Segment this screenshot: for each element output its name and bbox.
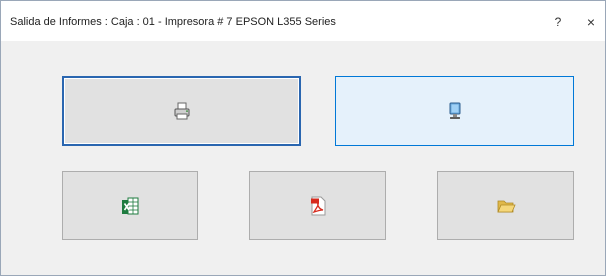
close-button[interactable]: × — [580, 11, 602, 33]
printer-icon — [174, 102, 189, 120]
excel-button[interactable] — [62, 171, 198, 240]
monitor-icon — [449, 102, 460, 119]
window-title: Salida de Informes : Caja : 01 - Impreso… — [10, 16, 336, 28]
pdf-icon — [310, 196, 325, 215]
pdf-button[interactable] — [249, 171, 386, 240]
screen-button[interactable] — [335, 76, 574, 146]
excel-icon — [122, 197, 139, 214]
folder-icon — [496, 200, 516, 212]
title-bar: Salida de Informes : Caja : 01 - Impreso… — [1, 1, 605, 41]
report-output-dialog: Salida de Informes : Caja : 01 - Impreso… — [0, 0, 606, 276]
help-button[interactable]: ? — [547, 11, 569, 33]
folder-button[interactable] — [437, 171, 574, 240]
print-button[interactable] — [62, 76, 301, 146]
